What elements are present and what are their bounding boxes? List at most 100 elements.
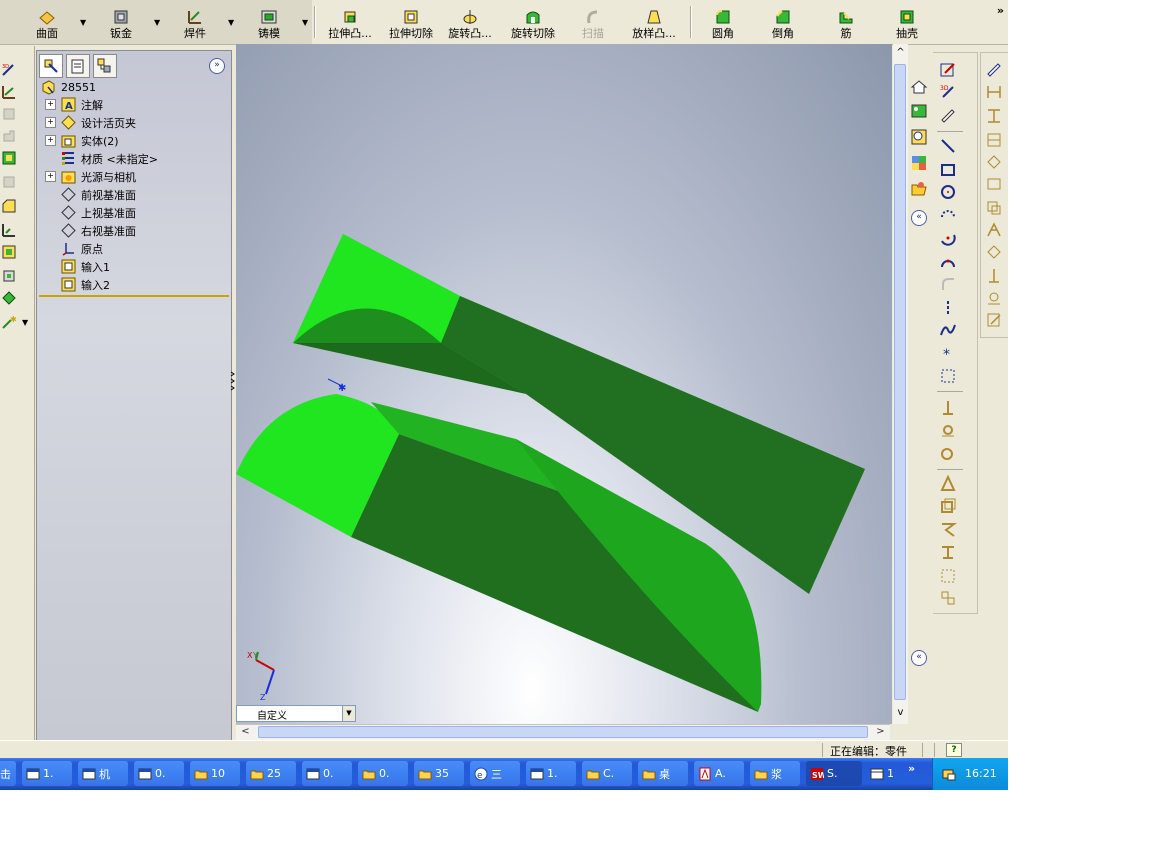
fillet-sketch-icon[interactable] (939, 275, 957, 293)
taskbar-item[interactable]: 浆 (750, 761, 800, 786)
expand-icon[interactable]: + (45, 135, 56, 146)
vertical-scrollbar[interactable]: ^ v (893, 44, 908, 724)
extruded-cut-button[interactable]: 拉伸切除 (384, 0, 438, 40)
tree-item-annotations[interactable]: + A 注解 (45, 96, 103, 113)
rectangle-icon[interactable] (939, 161, 957, 179)
smart-dimension-icon[interactable] (939, 107, 957, 125)
spline-icon[interactable] (939, 321, 957, 339)
view-orientation-combo[interactable]: 自定义 ▼ (236, 705, 356, 722)
taskbar-item[interactable]: 10 (190, 761, 240, 786)
search-icon[interactable] (910, 128, 928, 146)
mold-tools-button[interactable]: 铸模 (252, 0, 286, 40)
tree-item-design-binder[interactable]: + 设计活页夹 (45, 114, 136, 131)
fillet-button[interactable]: 圆角 (708, 0, 738, 40)
sketch-point-marker[interactable]: ✱ (327, 378, 346, 394)
surfaces-dropdown-icon[interactable]: ▼ (80, 18, 86, 27)
appearance-icon[interactable] (910, 154, 928, 172)
three-point-arc-icon[interactable] (939, 253, 957, 271)
chevron-down-icon[interactable]: ▼ (342, 706, 355, 721)
tray-network-icon[interactable] (941, 766, 957, 782)
mold-tools-dropdown-icon[interactable]: ▼ (302, 18, 308, 27)
linear-pattern-icon[interactable] (939, 567, 957, 585)
tree-item-top-plane[interactable]: 上视基准面 (45, 204, 136, 221)
collapse-sketch-bar-button[interactable]: « (911, 650, 927, 666)
taskbar-item[interactable]: 机 (78, 761, 128, 786)
dimension-icon[interactable] (985, 61, 1003, 79)
horizontal-scroll-thumb[interactable] (258, 726, 868, 738)
revolved-cut-button[interactable]: 旋转切除 (506, 0, 560, 40)
cut-feature-icon[interactable] (1, 150, 17, 166)
sheet-metal-button[interactable]: 钣金 (104, 0, 138, 40)
expand-icon[interactable]: + (45, 117, 56, 128)
horizontal-scrollbar[interactable]: < > (236, 724, 890, 740)
block-feature-icon[interactable] (1, 198, 17, 214)
scroll-right-icon[interactable]: > (873, 725, 888, 740)
angle-feature-icon[interactable] (1, 222, 17, 238)
trim-icon[interactable] (939, 445, 957, 463)
circle-icon[interactable] (939, 183, 957, 201)
display-pane-icon[interactable] (910, 102, 928, 120)
tree-item-lights-cameras[interactable]: + 光源与相机 (45, 168, 136, 185)
tab-property-manager[interactable] (66, 54, 90, 78)
line-icon[interactable] (939, 137, 957, 155)
taskbar-item[interactable]: 0. (302, 761, 352, 786)
repair-sketch-icon[interactable] (939, 521, 957, 539)
offset-icon[interactable] (939, 421, 957, 439)
lofted-boss-button[interactable]: 放样凸... (626, 0, 682, 40)
display-relations-icon[interactable] (939, 497, 957, 515)
taskbar-item[interactable]: 1 (866, 761, 914, 786)
expand-panel-button[interactable]: » (209, 58, 225, 74)
tab-configuration-manager[interactable] (93, 54, 117, 78)
rollback-bar[interactable] (39, 295, 229, 297)
weldments-dropdown-icon[interactable]: ▼ (228, 18, 234, 27)
angular-dimension-icon[interactable] (985, 199, 1003, 217)
parallel-icon[interactable] (985, 267, 1003, 285)
vertical-scroll-thumb[interactable] (894, 64, 906, 700)
point-icon[interactable]: * (939, 345, 957, 363)
tree-item-material[interactable]: 材质 <未指定> (45, 150, 158, 167)
taskbar-item[interactable]: 桌 (638, 761, 688, 786)
add-relation-icon[interactable] (939, 475, 957, 493)
draft-feature-icon[interactable] (1, 268, 17, 284)
shell-button[interactable]: 抽壳 (892, 0, 922, 40)
tree-item-solid-bodies[interactable]: + 实体(2) (45, 132, 119, 149)
constraint-icon[interactable] (985, 243, 1003, 261)
tab-feature-manager[interactable] (39, 54, 63, 78)
tree-root-part[interactable]: 28551 (41, 79, 96, 96)
tree-item-import1[interactable]: 输入1 (45, 258, 110, 275)
mold-feature-icon[interactable] (1, 244, 17, 260)
chamfer-dimension-icon[interactable] (985, 175, 1003, 193)
expand-icon[interactable]: + (45, 99, 56, 110)
shell-feature-icon[interactable] (1, 290, 17, 306)
taskbar-item[interactable]: 击 (0, 761, 16, 786)
weld-icon[interactable] (1, 84, 17, 100)
edit-sketch-icon[interactable] (985, 311, 1003, 329)
surfaces-button[interactable]: 曲面 (30, 0, 64, 40)
scroll-up-icon[interactable]: ^ (893, 46, 908, 61)
extruded-boss-button[interactable]: 拉伸凸... (320, 0, 380, 40)
scroll-left-icon[interactable]: < (238, 725, 253, 740)
vertical-dimension-icon[interactable] (985, 107, 1003, 125)
sketch-3d-icon[interactable]: 3D (1, 62, 17, 78)
chamfer-button[interactable]: 倒角 (768, 0, 798, 40)
sketch-picture-icon[interactable] (939, 543, 957, 561)
revolved-boss-button[interactable]: 旋转凸... (442, 0, 498, 40)
tangent-arc-icon[interactable] (939, 229, 957, 247)
toolbar-overflow-button[interactable]: » (997, 4, 1004, 17)
taskbar-item[interactable]: 1. (22, 761, 72, 786)
reference-dropdown-icon[interactable]: ▼ (22, 318, 28, 327)
graphics-area[interactable]: ✱ X Y Z (236, 44, 892, 724)
construction-geometry-icon[interactable] (939, 367, 957, 385)
weldments-button[interactable]: 焊件 (178, 0, 212, 40)
taskbar-item[interactable]: C. (582, 761, 632, 786)
centerline-icon[interactable] (939, 299, 957, 317)
move-entities-icon[interactable] (939, 589, 957, 607)
fully-define-icon[interactable] (985, 221, 1003, 239)
tree-item-right-plane[interactable]: 右视基准面 (45, 222, 136, 239)
taskbar-item[interactable]: 25 (246, 761, 296, 786)
expand-icon[interactable]: + (45, 171, 56, 182)
sheet-metal-dropdown-icon[interactable]: ▼ (154, 18, 160, 27)
home-view-icon[interactable] (910, 78, 928, 96)
baseline-dimension-icon[interactable] (985, 131, 1003, 149)
centerpoint-arc-icon[interactable] (939, 205, 957, 223)
